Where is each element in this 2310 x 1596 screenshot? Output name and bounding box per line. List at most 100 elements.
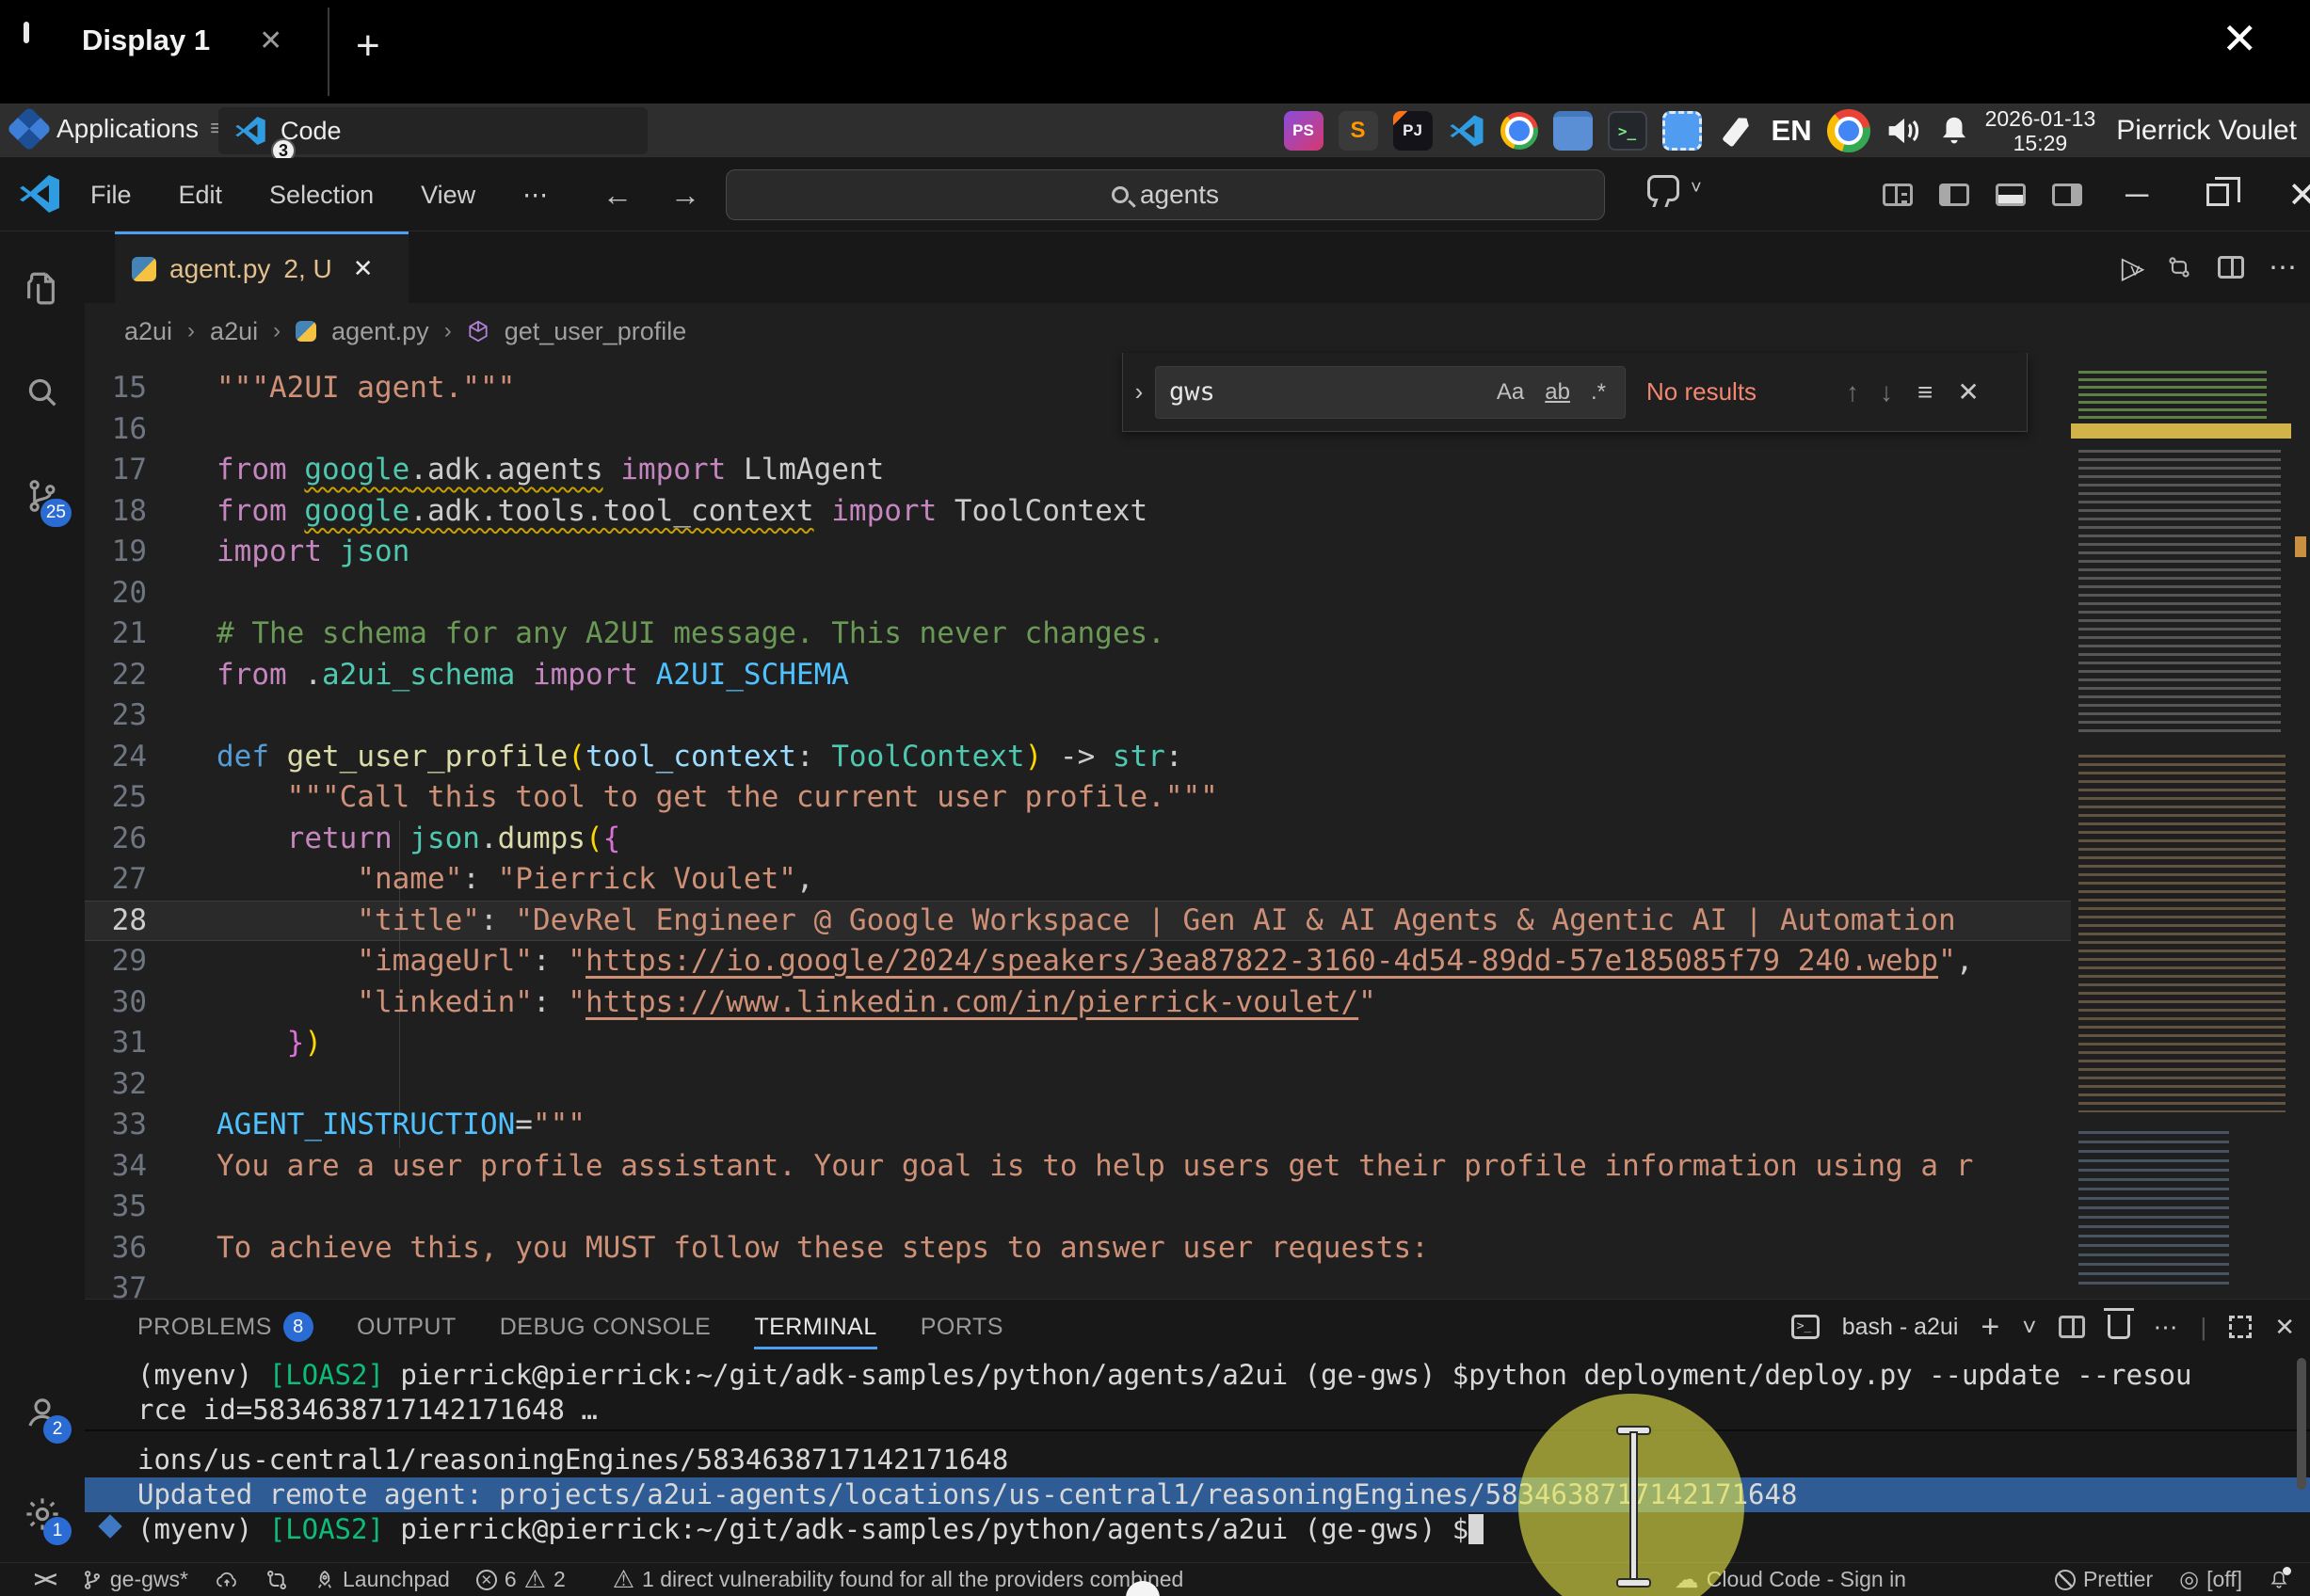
editor-more-actions-icon[interactable]: ⋯ bbox=[2269, 251, 2297, 284]
vscode-tray-icon[interactable] bbox=[1448, 112, 1485, 150]
tab-agent-py[interactable]: agent.py 2, U ✕ bbox=[115, 231, 409, 303]
split-editor-icon[interactable] bbox=[2218, 256, 2244, 279]
toggle-primary-sidebar-icon[interactable] bbox=[1939, 184, 1969, 206]
maximize-panel-icon[interactable] bbox=[2229, 1316, 2252, 1338]
customize-layout-icon[interactable] bbox=[1883, 184, 1913, 206]
code-line[interactable]: 36To achieve this, you MUST follow these… bbox=[85, 1228, 2071, 1269]
display-tab-close-icon[interactable]: ✕ bbox=[259, 24, 282, 57]
volume-icon[interactable] bbox=[1885, 114, 1923, 148]
menu-more[interactable]: ⋯ bbox=[505, 175, 565, 215]
panel-more-actions-icon[interactable]: ⋯ bbox=[2153, 1313, 2177, 1342]
new-display-tab-button[interactable]: + bbox=[356, 23, 380, 70]
code-line[interactable]: 24def get_user_profile(tool_context: Too… bbox=[85, 737, 2071, 778]
terminal-output[interactable]: (myenv) [LOAS2] pierrick@pierrick:~/git/… bbox=[85, 1358, 2310, 1563]
find-expand-icon[interactable]: › bbox=[1123, 353, 1155, 431]
code-line[interactable]: 33AGENT_INSTRUCTION=""" bbox=[85, 1105, 2071, 1146]
open-changes-icon[interactable] bbox=[2165, 254, 2193, 280]
code-line[interactable]: 28 "title": "DevRel Engineer @ Google Wo… bbox=[85, 901, 2071, 942]
problems-status-item[interactable]: ✕ 6 ⚠ 2 bbox=[476, 1565, 566, 1594]
sync-changes-item[interactable] bbox=[215, 1569, 239, 1591]
pen-tray-icon[interactable] bbox=[1717, 111, 1757, 151]
remote-indicator[interactable]: >< bbox=[34, 1567, 56, 1592]
accounts-icon[interactable]: 2 bbox=[0, 1370, 85, 1455]
compare-changes-item[interactable] bbox=[265, 1569, 288, 1591]
terminal-scrollbar[interactable] bbox=[2297, 1358, 2306, 1490]
terminal-instance-label[interactable]: bash - a2ui bbox=[1842, 1314, 1959, 1341]
breadcrumb-symbol[interactable]: get_user_profile bbox=[505, 317, 687, 346]
copilot-chat-button[interactable]: ˅ bbox=[1647, 175, 1702, 201]
run-dropdown-chevron-icon[interactable]: ˅ bbox=[2129, 262, 2141, 282]
menu-view[interactable]: View bbox=[404, 175, 492, 215]
settings-gear-icon[interactable]: 1 bbox=[0, 1472, 85, 1556]
toggle-secondary-sidebar-icon[interactable] bbox=[2052, 184, 2082, 206]
go-back-button[interactable]: ← bbox=[602, 178, 633, 213]
breadcrumb-folder[interactable]: a2ui bbox=[210, 317, 258, 346]
menu-edit[interactable]: Edit bbox=[162, 175, 240, 215]
terminal-profile-chevron-icon[interactable]: ˅ bbox=[2022, 1313, 2036, 1342]
viewer-close-icon[interactable]: ✕ bbox=[2222, 13, 2258, 64]
window-close-button[interactable]: ✕ bbox=[2287, 174, 2310, 216]
find-input[interactable]: gws Aa ab .* bbox=[1155, 366, 1626, 419]
breadcrumb-file[interactable]: agent.py bbox=[331, 317, 429, 346]
files-tray-icon[interactable] bbox=[1553, 111, 1593, 151]
vulnerability-status-item[interactable]: ⚠ 1 direct vulnerability found for all t… bbox=[613, 1565, 1184, 1594]
sublime-tray-icon[interactable]: S bbox=[1339, 111, 1378, 151]
pycharm-tray-icon[interactable]: PS bbox=[1284, 111, 1323, 151]
find-close-icon[interactable]: ✕ bbox=[1957, 376, 1979, 407]
menu-selection[interactable]: Selection bbox=[252, 175, 391, 215]
code-line[interactable]: 23 bbox=[85, 695, 2071, 737]
command-center-search[interactable]: agents bbox=[726, 169, 1605, 220]
source-control-icon[interactable]: 25 bbox=[0, 454, 85, 538]
screencast-mode-item[interactable]: ◎ [off] bbox=[2179, 1566, 2242, 1593]
find-next-icon[interactable]: ↓ bbox=[1880, 377, 1893, 407]
terminal-line[interactable]: ions/us-central1/reasoningEngines/583463… bbox=[85, 1443, 2310, 1477]
terminal-line[interactable]: (myenv) [LOAS2] pierrick@pierrick:~/git/… bbox=[85, 1512, 2310, 1547]
menu-file[interactable]: File bbox=[73, 175, 149, 215]
keyboard-layout-indicator[interactable]: EN bbox=[1772, 114, 1812, 148]
code-line[interactable]: 29 "imageUrl": "https://io.google/2024/s… bbox=[85, 941, 2071, 982]
code-line[interactable]: 32 bbox=[85, 1064, 2071, 1106]
code-line[interactable]: 37 bbox=[85, 1269, 2071, 1299]
window-list-item-code[interactable]: 3 Code bbox=[218, 107, 648, 154]
prettier-status-item[interactable]: Prettier bbox=[2055, 1567, 2153, 1592]
code-line[interactable]: 18from google.adk.tools.tool_context imp… bbox=[85, 491, 2071, 533]
window-minimize-button[interactable]: ─ bbox=[2126, 177, 2148, 214]
code-line[interactable]: 31 }) bbox=[85, 1023, 2071, 1064]
code-line[interactable]: 35 bbox=[85, 1187, 2071, 1228]
code-line[interactable]: 21# The schema for any A2UI message. Thi… bbox=[85, 614, 2071, 655]
code-line[interactable]: 20 bbox=[85, 573, 2071, 614]
screen-share-tray-icon[interactable] bbox=[1662, 111, 1702, 151]
terminal-line[interactable]: (myenv) [LOAS2] pierrick@pierrick:~/git/… bbox=[85, 1358, 2310, 1393]
display-tab[interactable]: Display 1 ✕ bbox=[24, 24, 282, 57]
new-terminal-button[interactable]: + bbox=[1981, 1309, 1999, 1346]
breadcrumb-folder[interactable]: a2ui bbox=[124, 317, 172, 346]
find-previous-icon[interactable]: ↑ bbox=[1846, 377, 1859, 407]
applications-menu[interactable]: Applications ≡ bbox=[13, 113, 223, 145]
code-editor[interactable]: 15"""A2UI agent."""1617from google.adk.a… bbox=[85, 359, 2071, 1299]
notification-bell-icon[interactable] bbox=[1938, 114, 1970, 148]
tab-close-icon[interactable]: ✕ bbox=[353, 254, 374, 283]
code-line[interactable]: 34You are a user profile assistant. Your… bbox=[85, 1146, 2071, 1188]
code-line[interactable]: 30 "linkedin": "https://www.linkedin.com… bbox=[85, 982, 2071, 1024]
search-sidebar-icon[interactable] bbox=[0, 350, 85, 435]
toggle-panel-icon[interactable] bbox=[1996, 184, 2026, 206]
close-panel-icon[interactable]: ✕ bbox=[2274, 1313, 2295, 1342]
chrome-tray-icon[interactable] bbox=[1500, 112, 1538, 150]
kill-terminal-icon[interactable] bbox=[2108, 1315, 2130, 1339]
whole-word-toggle[interactable]: ab bbox=[1539, 377, 1576, 407]
match-case-toggle[interactable]: Aa bbox=[1491, 377, 1530, 407]
find-in-selection-icon[interactable]: ≡ bbox=[1917, 377, 1933, 407]
explorer-icon[interactable] bbox=[0, 247, 85, 331]
clock[interactable]: 2026-01-13 15:29 bbox=[1985, 106, 2096, 155]
terminal-line[interactable]: rce id=5834638717142171648 … bbox=[85, 1393, 2310, 1428]
git-branch-item[interactable]: ge-gws* bbox=[82, 1567, 188, 1592]
go-forward-button[interactable]: → bbox=[670, 178, 700, 213]
code-line[interactable]: 27 "name": "Pierrick Voulet", bbox=[85, 859, 2071, 901]
code-line[interactable]: 26 return json.dumps({ bbox=[85, 819, 2071, 860]
tab-terminal[interactable]: TERMINAL bbox=[754, 1314, 876, 1349]
code-line[interactable]: 17from google.adk.agents import LlmAgent bbox=[85, 450, 2071, 491]
code-line[interactable]: 19import json bbox=[85, 532, 2071, 573]
notifications-bell-item[interactable] bbox=[2269, 1569, 2289, 1591]
terminal-tray-icon[interactable]: >_ bbox=[1608, 111, 1647, 151]
regex-toggle[interactable]: .* bbox=[1585, 377, 1612, 407]
